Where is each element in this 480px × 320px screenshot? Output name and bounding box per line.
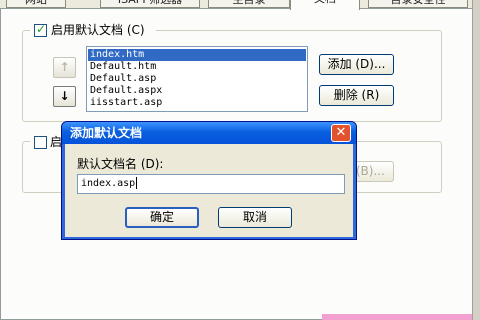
move-down-button[interactable]: ↓ bbox=[53, 86, 76, 107]
enable-footer-row: 启 bbox=[30, 134, 62, 150]
tab-isapi-filters[interactable]: ISAPI 筛选器 bbox=[100, 0, 200, 8]
document-name-input[interactable]: index.asp bbox=[77, 174, 345, 194]
text-caret bbox=[136, 177, 138, 189]
dialog-title: 添加默认文档 bbox=[70, 126, 143, 140]
enable-default-doc-checkbox[interactable]: ✓ bbox=[34, 22, 47, 37]
dialog-body: 默认文档名 (D): index.asp 确定 取消 bbox=[65, 144, 353, 237]
arrow-down-icon: ↓ bbox=[59, 89, 70, 103]
enable-default-doc-label: 启用默认文档 (C) bbox=[51, 23, 145, 37]
document-name-value: index.asp bbox=[81, 178, 136, 189]
ok-button[interactable]: 确定 bbox=[125, 207, 199, 228]
close-icon: ✕ bbox=[335, 125, 347, 140]
move-up-button[interactable]: ↑ bbox=[53, 57, 76, 78]
desktop-background-strip bbox=[322, 314, 472, 320]
tab-directory-security[interactable]: 目录安全性 bbox=[368, 0, 468, 8]
remove-button[interactable]: 删除 (R) bbox=[319, 85, 394, 106]
cancel-button[interactable]: 取消 bbox=[218, 207, 292, 228]
list-item-selected[interactable]: index.htm bbox=[88, 49, 306, 61]
list-item[interactable]: Default.htm bbox=[88, 61, 306, 73]
checkmark-icon: ✓ bbox=[36, 22, 47, 36]
tab-website[interactable]: 网站 bbox=[6, 0, 66, 8]
list-item[interactable]: Default.aspx bbox=[88, 85, 306, 97]
document-name-label: 默认文档名 (D): bbox=[77, 157, 164, 171]
tab-documents[interactable]: 文档 bbox=[290, 0, 360, 10]
add-default-document-dialog: 添加默认文档 ✕ 默认文档名 (D): index.asp 确定 取消 bbox=[61, 121, 357, 240]
window-edge bbox=[472, 0, 480, 320]
default-documents-list[interactable]: index.htm Default.htm Default.asp Defaul… bbox=[86, 46, 308, 112]
tab-home-directory[interactable]: 主目录 bbox=[208, 0, 290, 8]
arrow-up-icon: ↑ bbox=[59, 60, 70, 74]
close-button[interactable]: ✕ bbox=[331, 124, 351, 142]
add-button[interactable]: 添加 (D)... bbox=[319, 54, 394, 75]
list-item[interactable]: Default.asp bbox=[88, 73, 306, 85]
enable-default-doc-row: ✓ 启用默认文档 (C) bbox=[30, 22, 156, 38]
list-item[interactable]: iisstart.asp bbox=[88, 97, 306, 109]
tab-strip: 网站 ISAPI 筛选器 主目录 文档 目录安全性 bbox=[0, 0, 480, 10]
dialog-title-bar: 添加默认文档 ✕ bbox=[62, 122, 356, 144]
enable-footer-checkbox[interactable] bbox=[34, 136, 47, 149]
